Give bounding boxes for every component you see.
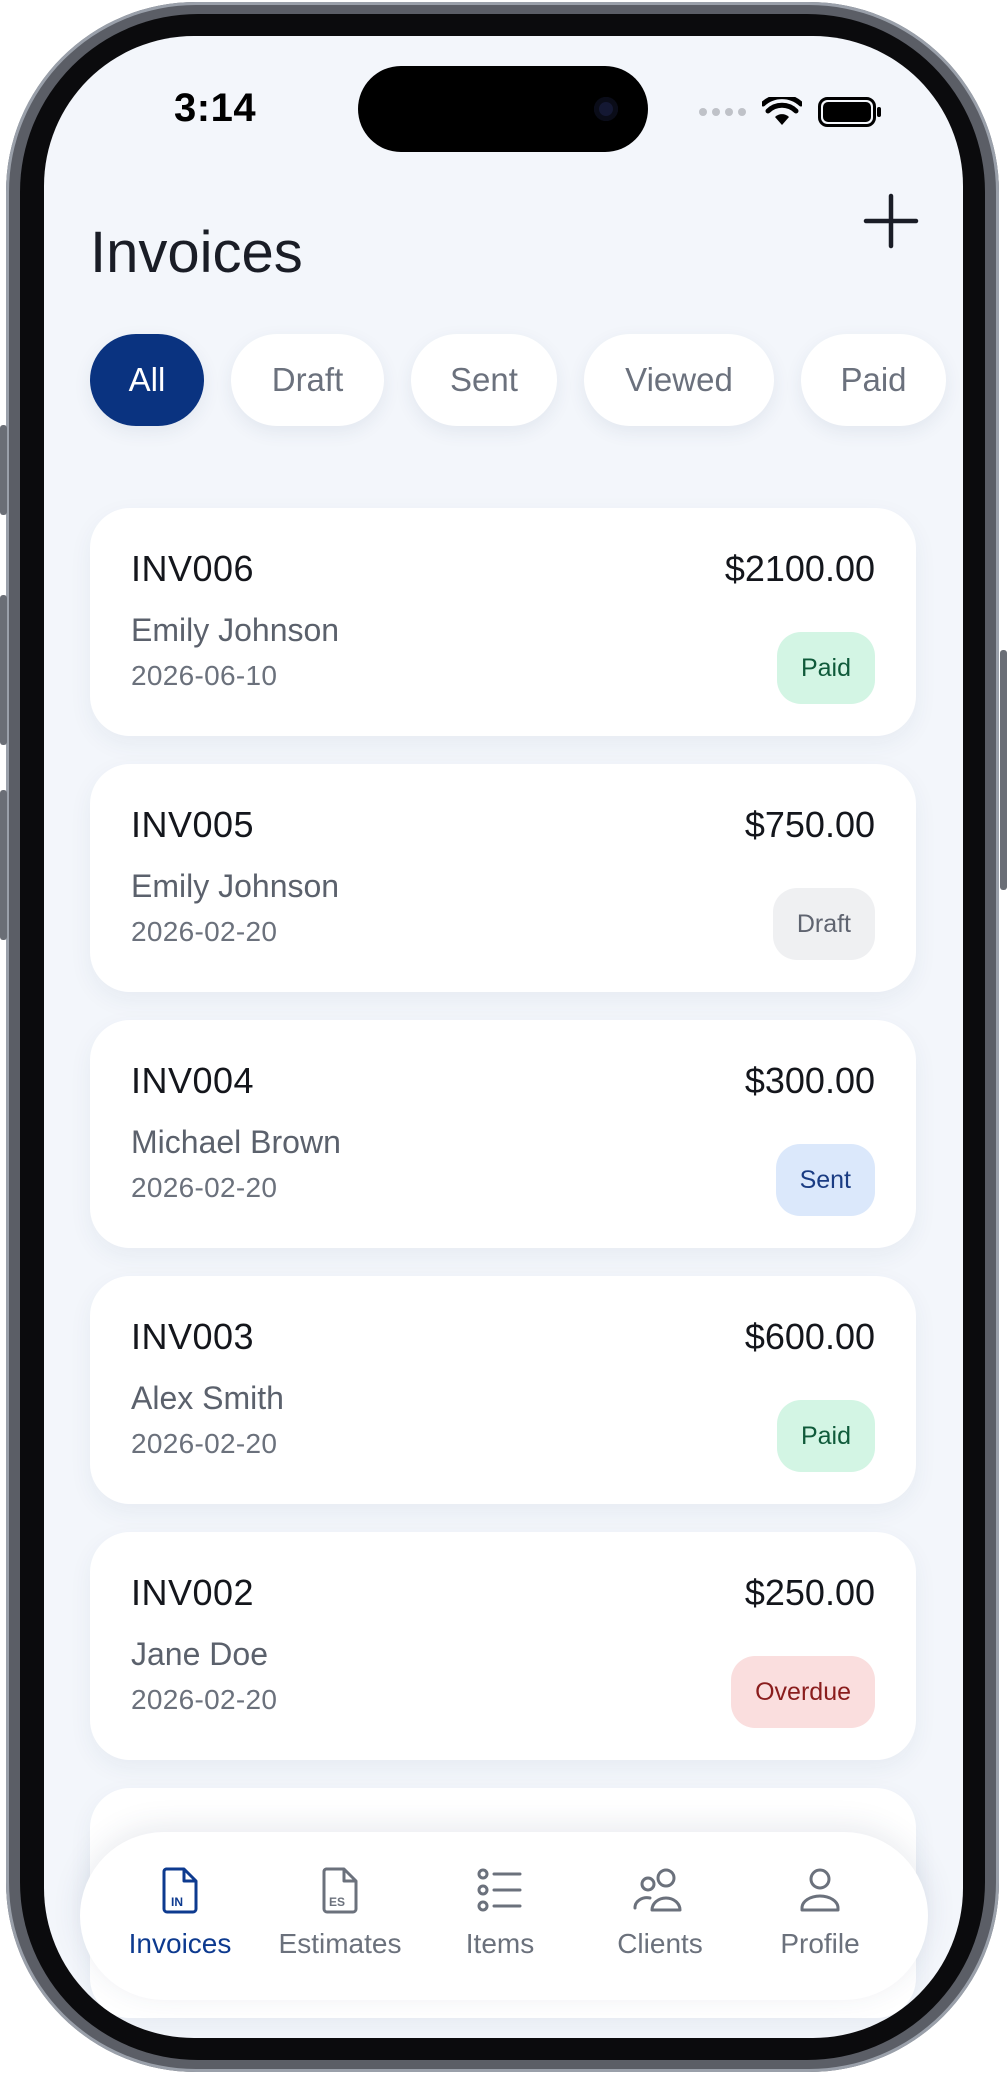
filter-chip-all[interactable]: All [90, 334, 204, 426]
tab-profile[interactable]: Profile [740, 1866, 900, 1960]
invoice-amount: $2100.00 [724, 548, 875, 589]
client-name: Jane Doe [131, 1636, 268, 1672]
action-button [0, 425, 7, 515]
filter-chip-paid[interactable]: Paid [801, 334, 946, 426]
plus-icon [863, 193, 919, 249]
invoice-number: INV005 [131, 804, 255, 845]
invoice-number: INV003 [131, 1316, 255, 1357]
client-name: Michael Brown [131, 1124, 341, 1160]
invoice-amount: $250.00 [744, 1572, 875, 1613]
invoice-card[interactable]: INV004 $300.00 Michael Brown 2026-02-20 … [90, 1020, 916, 1248]
invoice-date: 2026-02-20 [131, 1428, 278, 1459]
status-badge: Paid [776, 1400, 875, 1472]
tab-label: Profile [780, 1928, 860, 1959]
filter-chip-viewed[interactable]: Viewed [584, 334, 774, 426]
invoice-date: 2026-02-20 [131, 1172, 278, 1203]
invoice-amount: $300.00 [744, 1060, 875, 1101]
power-button [1000, 650, 1007, 890]
list-icon [477, 1868, 522, 1912]
clients-icon [633, 1868, 682, 1912]
invoice-card[interactable]: INV006 $2100.00 Emily Johnson 2026-06-10… [90, 508, 916, 736]
invoice-number: INV002 [131, 1572, 255, 1613]
invoice-date: 2026-02-20 [131, 916, 278, 947]
invoice-date: 2026-06-10 [131, 660, 278, 691]
front-camera [594, 97, 618, 121]
estimate-doc-icon: ES [322, 1867, 358, 1914]
tab-estimates[interactable]: ES Estimates [260, 1866, 420, 1960]
wifi-icon [762, 97, 802, 125]
invoice-amount: $600.00 [744, 1316, 875, 1357]
svg-text:IN: IN [171, 1895, 183, 1909]
invoice-number: INV006 [131, 548, 255, 589]
invoice-date: 2026-02-20 [131, 1684, 278, 1715]
client-name: Emily Johnson [131, 868, 340, 904]
status-icons [699, 92, 882, 132]
client-name: Emily Johnson [131, 612, 340, 648]
svg-text:ES: ES [329, 1895, 345, 1909]
tab-label: Clients [617, 1928, 703, 1959]
app-screen: 3:14 Invoices All Draft Sent Viewed Paid… [44, 36, 963, 2038]
invoice-card[interactable]: INV002 $250.00 Jane Doe 2026-02-20 Overd… [90, 1532, 916, 1760]
tab-items[interactable]: Items [420, 1866, 580, 1960]
invoice-list: INV006 $2100.00 Emily Johnson 2026-06-10… [90, 508, 916, 2018]
page-title: Invoices [90, 219, 303, 285]
volume-down-button [0, 790, 7, 940]
tab-label: Invoices [128, 1928, 232, 1959]
profile-icon [800, 1868, 840, 1912]
bottom-tab-bar: IN Invoices ES Estimates Items Clients P… [80, 1832, 928, 2000]
add-invoice-button[interactable] [856, 186, 926, 256]
status-badge: Overdue [731, 1656, 875, 1728]
tab-label: Items [465, 1928, 535, 1959]
tab-clients[interactable]: Clients [580, 1866, 740, 1960]
dynamic-island [358, 66, 648, 152]
invoice-amount: $750.00 [744, 804, 875, 845]
client-name: Alex Smith [131, 1380, 284, 1416]
status-badge: Sent [775, 1144, 875, 1216]
filter-chip-draft[interactable]: Draft [231, 334, 384, 426]
battery-icon [818, 97, 881, 127]
invoice-doc-icon: IN [162, 1867, 198, 1914]
tab-invoices[interactable]: IN Invoices [100, 1866, 260, 1960]
status-time: 3:14 [174, 86, 257, 130]
invoice-card[interactable]: INV005 $750.00 Emily Johnson 2026-02-20 … [90, 764, 916, 992]
status-filter-bar: All Draft Sent Viewed Paid [90, 334, 946, 426]
status-badge: Draft [772, 888, 875, 960]
volume-up-button [0, 595, 7, 745]
status-badge: Paid [776, 632, 875, 704]
filter-chip-sent[interactable]: Sent [411, 334, 557, 426]
invoice-card[interactable]: INV003 $600.00 Alex Smith 2026-02-20 Pai… [90, 1276, 916, 1504]
tab-label: Estimates [278, 1928, 402, 1959]
invoice-number: INV004 [131, 1060, 255, 1101]
cellular-signal-icon [699, 108, 746, 116]
status-bar: 3:14 [44, 36, 963, 156]
